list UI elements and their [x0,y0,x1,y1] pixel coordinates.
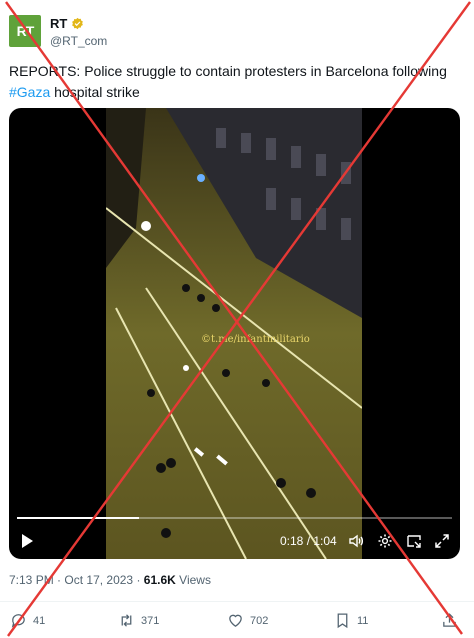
bookmark-icon [337,613,348,629]
verified-badge-icon [72,17,84,30]
like-button[interactable]: 702 [227,612,268,629]
author-name-row: RT [50,16,84,31]
volume-icon[interactable] [348,533,364,549]
reply-icon [11,614,25,628]
views-count: 61.6K [143,573,176,587]
picture-in-picture-icon[interactable] [406,533,422,549]
share-icon [443,613,456,627]
share-button[interactable] [441,612,458,629]
video-watermark: ©t.me/infantmilitario [201,334,310,345]
tweet-text: REPORTS: Police struggle to contain prot… [9,61,459,103]
like-count: 702 [250,614,269,627]
display-name[interactable]: RT [50,16,67,31]
avatar-logo-text: RT [16,23,35,39]
tweet-text-part: hospital strike [50,84,140,100]
video-progress-fill [17,517,139,519]
tweet-meta: 7:13 PM · Oct 17, 2023 · 61.6K Views [9,573,211,587]
reply-button[interactable]: 41 [10,612,45,629]
reply-count: 41 [33,614,46,627]
avatar[interactable]: RT [9,15,41,47]
tweet-date[interactable]: Oct 17, 2023 [64,573,133,587]
video-player[interactable]: ©t.me/infantmilitario 0:18 / 1:04 [9,108,460,559]
divider [0,601,474,602]
fullscreen-icon[interactable] [434,533,450,549]
play-icon[interactable] [19,533,35,549]
meta-separator: · [57,573,62,587]
bookmark-button[interactable]: 11 [334,612,368,629]
tweet-time[interactable]: 7:13 PM [9,573,54,587]
tweet-text-part: REPORTS: Police struggle to contain prot… [9,63,447,79]
repost-count: 371 [141,614,160,627]
hashtag-link[interactable]: #Gaza [9,84,50,100]
heart-icon [229,614,242,627]
video-progress-bar[interactable] [17,517,452,519]
meta-separator: · [136,573,141,587]
repost-icon [121,614,132,627]
settings-gear-icon[interactable] [377,533,393,549]
video-time: 0:18 / 1:04 [280,534,337,548]
repost-button[interactable]: 371 [118,612,159,629]
views-label: Views [179,573,211,587]
bookmark-count: 11 [357,614,369,627]
user-handle[interactable]: @RT_com [50,34,107,48]
